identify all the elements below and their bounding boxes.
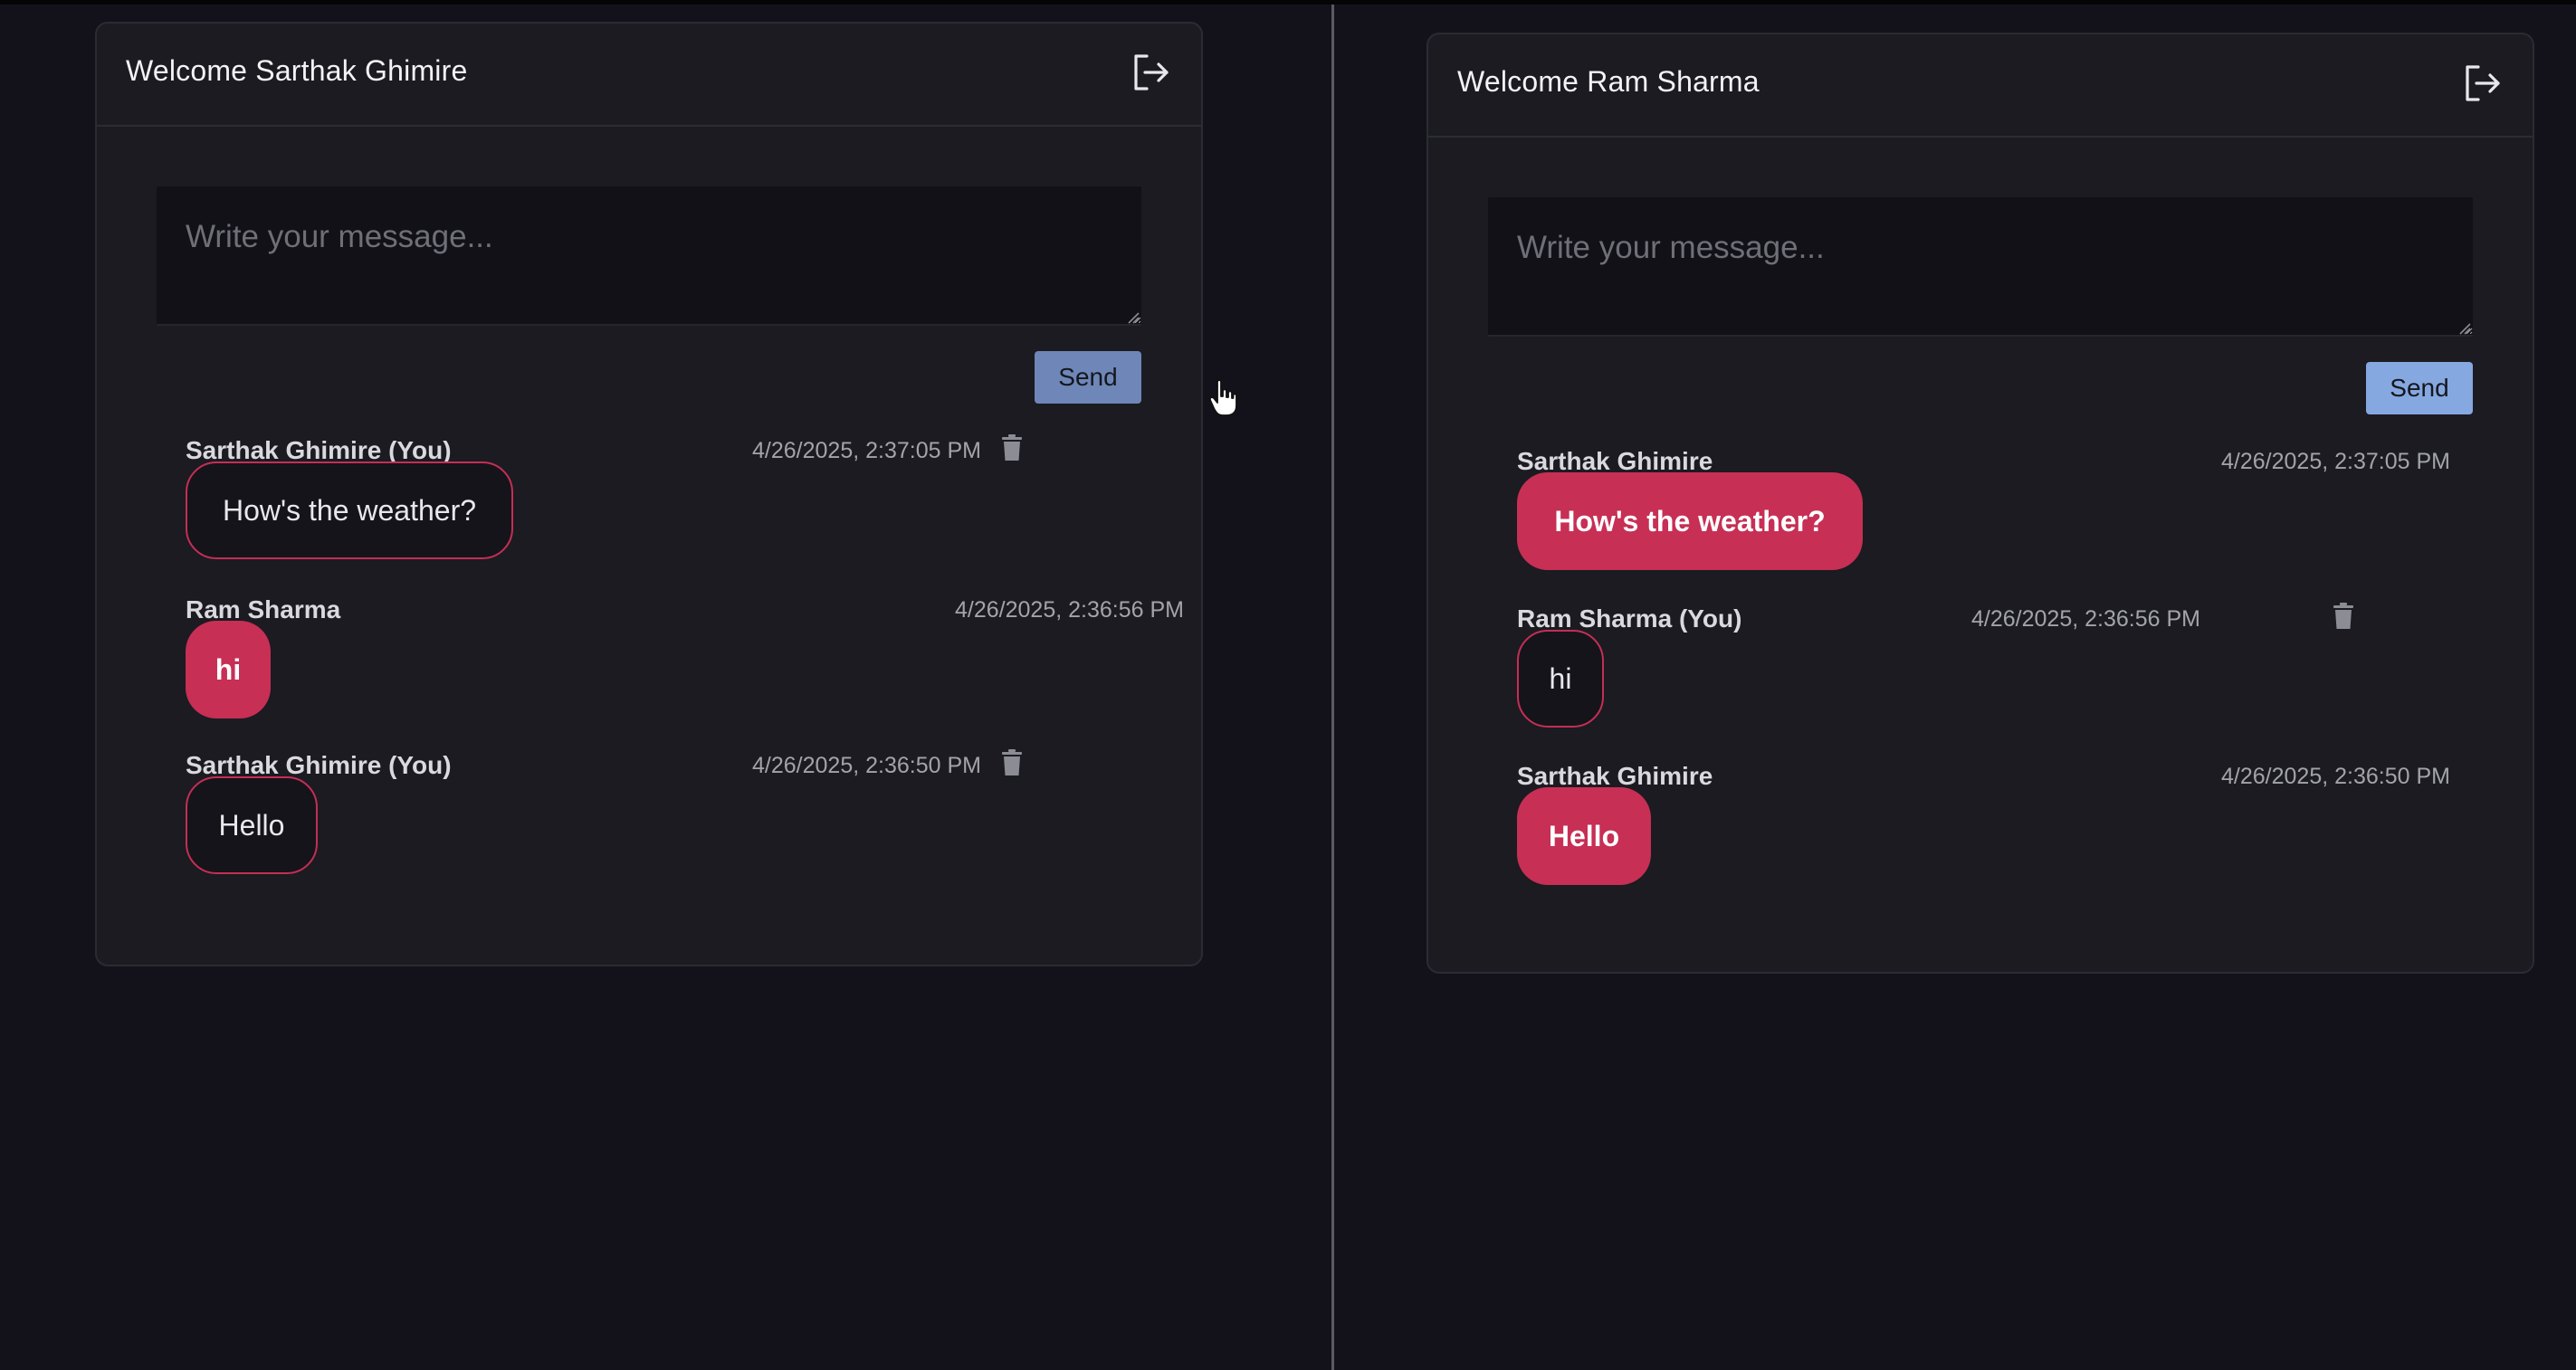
message-text: Hello [1548, 819, 1620, 852]
message-timestamp: 4/26/2025, 2:37:05 PM [2221, 449, 2450, 474]
trash-icon[interactable] [1000, 434, 1024, 461]
trash-icon[interactable] [2332, 603, 2355, 630]
top-strip [0, 0, 2576, 5]
message-bubble: How's the weather? [1517, 472, 1863, 570]
chat-card-ram: Welcome Ram Sharma Send Sarthak Ghimire … [1426, 33, 2534, 974]
trash-icon[interactable] [1000, 749, 1024, 776]
window-divider[interactable] [1331, 5, 1334, 1370]
message-text: How's the weather? [1554, 504, 1826, 538]
send-button[interactable]: Send [1035, 351, 1141, 404]
send-button[interactable]: Send [2366, 362, 2473, 414]
pointer-cursor-icon [1208, 379, 1237, 416]
message-timestamp: 4/26/2025, 2:37:05 PM [752, 438, 981, 463]
message-text: How's the weather? [222, 493, 477, 527]
message-timestamp: 4/26/2025, 2:36:50 PM [752, 753, 981, 778]
message-text: Hello [218, 808, 285, 842]
welcome-title: Welcome Sarthak Ghimire [126, 54, 468, 87]
message-timestamp: 4/26/2025, 2:36:56 PM [1971, 606, 2200, 632]
message-bubble: hi [1517, 630, 1604, 728]
welcome-title: Welcome Ram Sharma [1457, 65, 1760, 98]
message-bubble: Hello [1517, 787, 1651, 885]
message-text: hi [1549, 661, 1572, 695]
screen: Welcome Sarthak Ghimire Send Sarthak Ghi… [0, 0, 2576, 1370]
card-header: Welcome Ram Sharma [1428, 34, 2533, 138]
chat-card-sarthak: Welcome Sarthak Ghimire Send Sarthak Ghi… [95, 22, 1237, 966]
message-input[interactable] [157, 186, 1141, 326]
message-text: hi [215, 652, 242, 686]
logout-icon[interactable] [2460, 62, 2504, 105]
card-header: Welcome Sarthak Ghimire [97, 24, 1201, 127]
message-timestamp: 4/26/2025, 2:36:50 PM [2221, 764, 2450, 789]
logout-icon[interactable] [1129, 51, 1172, 94]
message-sender: Ram Sharma [186, 595, 341, 623]
message-input[interactable] [1488, 197, 2473, 337]
message-timestamp: 4/26/2025, 2:36:56 PM [955, 597, 1184, 623]
message-bubble: Hello [186, 776, 318, 874]
message-bubble: How's the weather? [186, 461, 513, 559]
message-bubble: hi [186, 621, 271, 718]
